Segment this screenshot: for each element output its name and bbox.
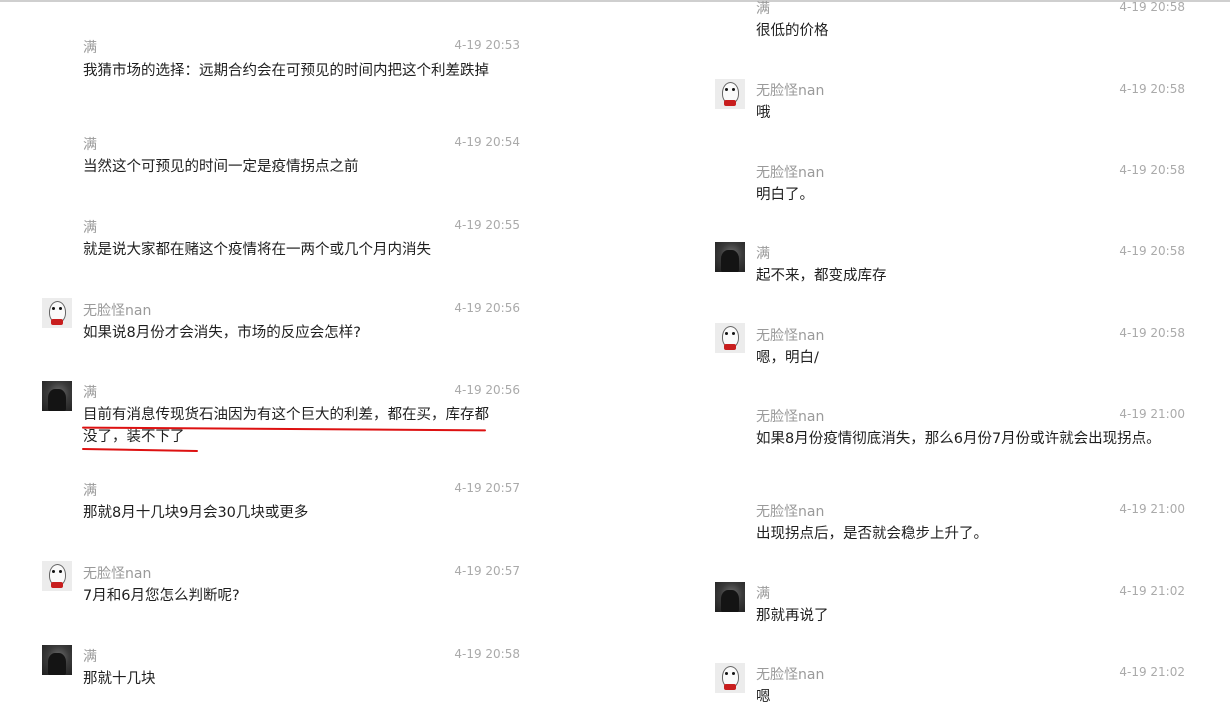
message-text: 7月和6月您怎么判断呢? (83, 588, 240, 604)
dark-photo-avatar[interactable] (715, 242, 745, 272)
message-text: 嗯 (756, 689, 771, 705)
message-time: 4-19 21:00 (1119, 502, 1185, 516)
message-time: 4-19 20:57 (454, 564, 520, 578)
message-time: 4-19 20:56 (454, 301, 520, 315)
message-text: 那就十几块 (83, 671, 156, 687)
message-time: 4-19 20:58 (454, 647, 520, 661)
mask-avatar-icon[interactable] (715, 663, 745, 693)
message-text: 嗯，明白/ (756, 350, 819, 366)
message-time: 4-19 20:57 (454, 481, 520, 495)
message-text: 很低的价格 (756, 23, 829, 39)
message-text: 我猜市场的选择：远期合约会在可预见的时间内把这个利差跌掉 (83, 63, 489, 79)
message-time: 4-19 20:58 (1119, 326, 1185, 340)
sender-name: 无脸怪nan (756, 409, 825, 425)
message-time: 4-19 20:54 (454, 135, 520, 149)
sender-name: 满 (83, 220, 97, 236)
message-time: 4-19 20:56 (454, 383, 520, 397)
message-text: 如果8月份疫情彻底消失，那么6月份7月份或许就会出现拐点。 (756, 431, 1161, 447)
message-time: 4-19 20:55 (454, 218, 520, 232)
red-annotation-underline (81, 447, 199, 453)
message-text: 出现拐点后，是否就会稳步上升了。 (756, 526, 988, 542)
mask-avatar-icon[interactable] (42, 561, 72, 591)
message-time: 4-19 21:02 (1119, 665, 1185, 679)
message-text: 那就再说了 (756, 608, 829, 624)
message-time: 4-19 20:58 (1119, 0, 1185, 14)
message-text: 当然这个可预见的时间一定是疫情拐点之前 (83, 159, 359, 175)
message-time: 4-19 20:53 (454, 38, 520, 52)
sender-name: 满 (83, 483, 97, 499)
message-text: 起不来，都变成库存 (756, 268, 887, 284)
message-time: 4-19 20:58 (1119, 82, 1185, 96)
sender-name: 满 (756, 1, 770, 17)
sender-name: 无脸怪nan (756, 165, 825, 181)
sender-name: 满 (83, 137, 97, 153)
mask-avatar-icon[interactable] (715, 323, 745, 353)
message-time: 4-19 21:02 (1119, 584, 1185, 598)
message-text: 目前有消息传现货石油因为有这个巨大的利差，都在买，库存都没了，装不下了 (83, 407, 489, 445)
message-text: 那就8月十几块9月会30几块或更多 (83, 505, 309, 521)
sender-name: 无脸怪nan (756, 83, 825, 99)
sender-name: 满 (83, 649, 97, 665)
dark-photo-avatar[interactable] (42, 381, 72, 411)
mask-avatar-icon[interactable] (715, 79, 745, 109)
message-text: 哦 (756, 105, 771, 121)
dark-photo-avatar[interactable] (715, 582, 745, 612)
message-time: 4-19 20:58 (1119, 163, 1185, 177)
sender-name: 满 (83, 385, 97, 401)
sender-name: 无脸怪nan (83, 303, 152, 319)
sender-name: 满 (83, 40, 97, 56)
top-border (0, 0, 1230, 2)
message-time: 4-19 21:00 (1119, 407, 1185, 421)
message-time: 4-19 20:58 (1119, 244, 1185, 258)
sender-name: 无脸怪nan (756, 328, 825, 344)
sender-name: 无脸怪nan (756, 504, 825, 520)
sender-name: 无脸怪nan (756, 667, 825, 683)
dark-photo-avatar[interactable] (42, 645, 72, 675)
sender-name: 无脸怪nan (83, 566, 152, 582)
message-text: 如果说8月份才会消失，市场的反应会怎样? (83, 325, 361, 341)
message-text: 就是说大家都在赌这个疫情将在一两个或几个月内消失 (83, 242, 431, 258)
message-text: 明白了。 (756, 187, 814, 203)
sender-name: 满 (756, 586, 770, 602)
mask-avatar-icon[interactable] (42, 298, 72, 328)
sender-name: 满 (756, 246, 770, 262)
